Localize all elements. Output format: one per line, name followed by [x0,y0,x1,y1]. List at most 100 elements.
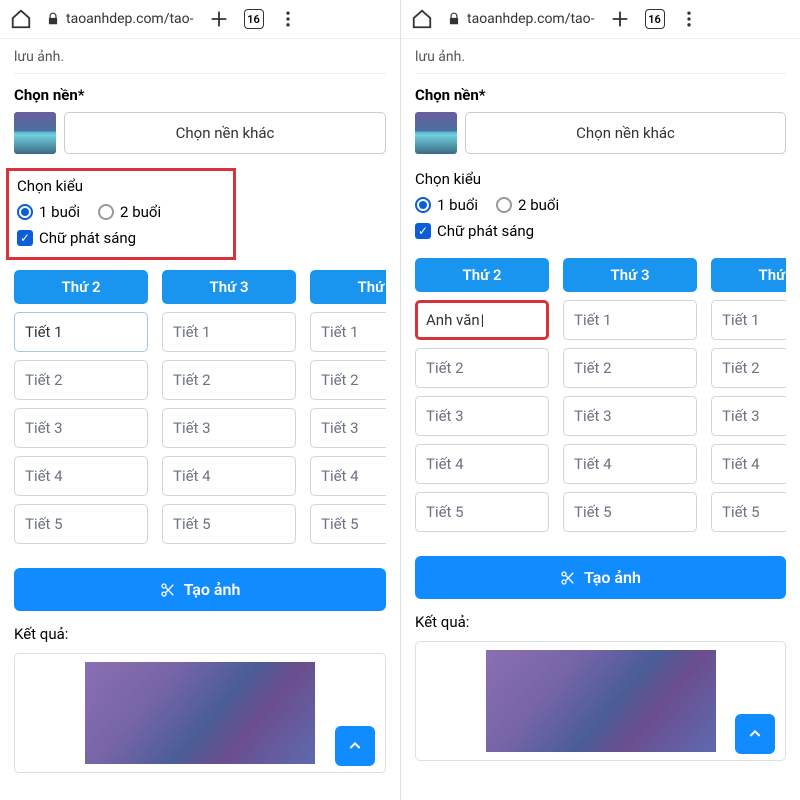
url-text: taoanhdep.com/tao- [66,11,194,27]
result-image [85,662,315,764]
truncated-text: lưu ảnh. [14,49,386,65]
style-section-highlight: Chọn kiểu 1 buổi 2 buổi ✓ Chữ phát sáng [6,168,236,260]
day-column: Thứ 2 Tiết 1 Tiết 2 Tiết 3 Tiết 4 Tiết 5 [14,270,148,544]
result-box [415,641,786,761]
period-input[interactable]: Tiết 3 [14,408,148,448]
tab-count[interactable]: 16 [645,9,665,29]
day-column: Thứ 4 Tiết 1 Tiết 2 Tiết 3 Tiết 4 Tiết 5 [711,258,786,532]
browser-bar: taoanhdep.com/tao- 16 [401,0,800,39]
right-screenshot: taoanhdep.com/tao- 16 lưu ảnh. Chọn nền*… [400,0,800,800]
day-header: Thứ 4 [711,258,786,292]
schedule-grid: Thứ 2 Tiết 1 Tiết 2 Tiết 3 Tiết 4 Tiết 5… [14,270,386,544]
new-tab-icon[interactable] [208,8,230,30]
period-input[interactable]: Tiết 3 [310,408,386,448]
period-input[interactable]: Tiết 2 [310,360,386,400]
day-header: Thứ 3 [162,270,296,304]
bg-label: Chọn nền* [14,86,386,104]
scissors-icon [560,570,576,586]
left-screenshot: taoanhdep.com/tao- 16 lưu ảnh. Chọn nền*… [0,0,400,800]
day-column: Thứ 4 Tiết 1 Tiết 2 Tiết 3 Tiết 4 Tiết 5 [310,270,386,544]
period-input[interactable]: Tiết 1 [162,312,296,352]
period-input[interactable]: Tiết 5 [711,492,786,532]
radio-2-session[interactable]: 2 buổi [496,196,559,214]
result-label: Kết quả: [14,625,386,643]
period-input[interactable]: Tiết 5 [162,504,296,544]
period-input-highlight[interactable]: Anh văn [415,300,549,340]
period-input[interactable]: Tiết 2 [162,360,296,400]
day-header: Thứ 2 [415,258,549,292]
lock-icon [46,12,60,26]
menu-icon[interactable] [278,9,298,29]
lock-icon [447,12,461,26]
day-column: Thứ 3 Tiết 1 Tiết 2 Tiết 3 Tiết 4 Tiết 5 [563,258,697,532]
result-box [14,653,386,773]
truncated-text: lưu ảnh. [415,49,786,65]
schedule-grid: Thứ 2 Anh văn Tiết 2 Tiết 3 Tiết 4 Tiết … [415,258,786,532]
period-input[interactable]: Tiết 4 [563,444,697,484]
period-input[interactable]: Tiết 1 [310,312,386,352]
radio-icon [496,197,512,213]
style-title: Chọn kiểu [17,177,225,195]
choose-other-button[interactable]: Chọn nền khác [465,112,786,154]
scroll-top-button[interactable] [335,726,375,766]
radio-1-session[interactable]: 1 buổi [17,203,80,221]
glow-text-checkbox[interactable]: ✓ Chữ phát sáng [17,229,225,247]
style-title: Chọn kiểu [415,170,786,188]
url-display[interactable]: taoanhdep.com/tao- [447,11,595,27]
style-section: Chọn kiểu 1 buổi 2 buổi ✓ Chữ phát sáng [415,168,786,248]
day-header: Thứ 4 [310,270,386,304]
period-input[interactable]: Tiết 5 [14,504,148,544]
url-text: taoanhdep.com/tao- [467,11,595,27]
period-input[interactable]: Tiết 4 [415,444,549,484]
period-input[interactable]: Tiết 2 [711,348,786,388]
period-input[interactable]: Tiết 4 [310,456,386,496]
period-input[interactable]: Tiết 2 [14,360,148,400]
period-input[interactable]: Tiết 1 [711,300,786,340]
day-column: Thứ 2 Anh văn Tiết 2 Tiết 3 Tiết 4 Tiết … [415,258,549,532]
home-icon[interactable] [10,8,32,30]
result-label: Kết quả: [415,613,786,631]
bg-thumbnail[interactable] [415,112,457,154]
bg-thumbnail[interactable] [14,112,56,154]
check-icon: ✓ [415,223,431,239]
divider [415,73,786,74]
tab-count[interactable]: 16 [244,9,264,29]
result-image [486,650,716,752]
period-input[interactable]: Tiết 5 [310,504,386,544]
radio-2-session[interactable]: 2 buổi [98,203,161,221]
radio-icon [415,197,431,213]
bg-label: Chọn nền* [415,86,786,104]
period-input[interactable]: Tiết 4 [162,456,296,496]
create-image-button[interactable]: Tạo ảnh [14,568,386,611]
scroll-top-button[interactable] [735,714,775,754]
period-input[interactable]: Tiết 5 [563,492,697,532]
day-column: Thứ 3 Tiết 1 Tiết 2 Tiết 3 Tiết 4 Tiết 5 [162,270,296,544]
choose-other-button[interactable]: Chọn nền khác [64,112,386,154]
url-display[interactable]: taoanhdep.com/tao- [46,11,194,27]
period-input[interactable]: Tiết 4 [711,444,786,484]
check-icon: ✓ [17,230,33,246]
period-input[interactable]: Tiết 2 [563,348,697,388]
radio-1-session[interactable]: 1 buổi [415,196,478,214]
scissors-icon [160,582,176,598]
period-input[interactable]: Tiết 1 [14,312,148,352]
period-input[interactable]: Tiết 3 [162,408,296,448]
period-input[interactable]: Tiết 5 [415,492,549,532]
day-header: Thứ 2 [14,270,148,304]
browser-bar: taoanhdep.com/tao- 16 [0,0,400,39]
period-input[interactable]: Tiết 4 [14,456,148,496]
home-icon[interactable] [411,8,433,30]
radio-icon [17,204,33,220]
period-input[interactable]: Tiết 3 [563,396,697,436]
period-input[interactable]: Tiết 3 [711,396,786,436]
new-tab-icon[interactable] [609,8,631,30]
period-input[interactable]: Tiết 1 [563,300,697,340]
period-input[interactable]: Tiết 3 [415,396,549,436]
create-image-button[interactable]: Tạo ảnh [415,556,786,599]
menu-icon[interactable] [679,9,699,29]
glow-text-checkbox[interactable]: ✓ Chữ phát sáng [415,222,786,240]
day-header: Thứ 3 [563,258,697,292]
divider [14,73,386,74]
radio-icon [98,204,114,220]
period-input[interactable]: Tiết 2 [415,348,549,388]
